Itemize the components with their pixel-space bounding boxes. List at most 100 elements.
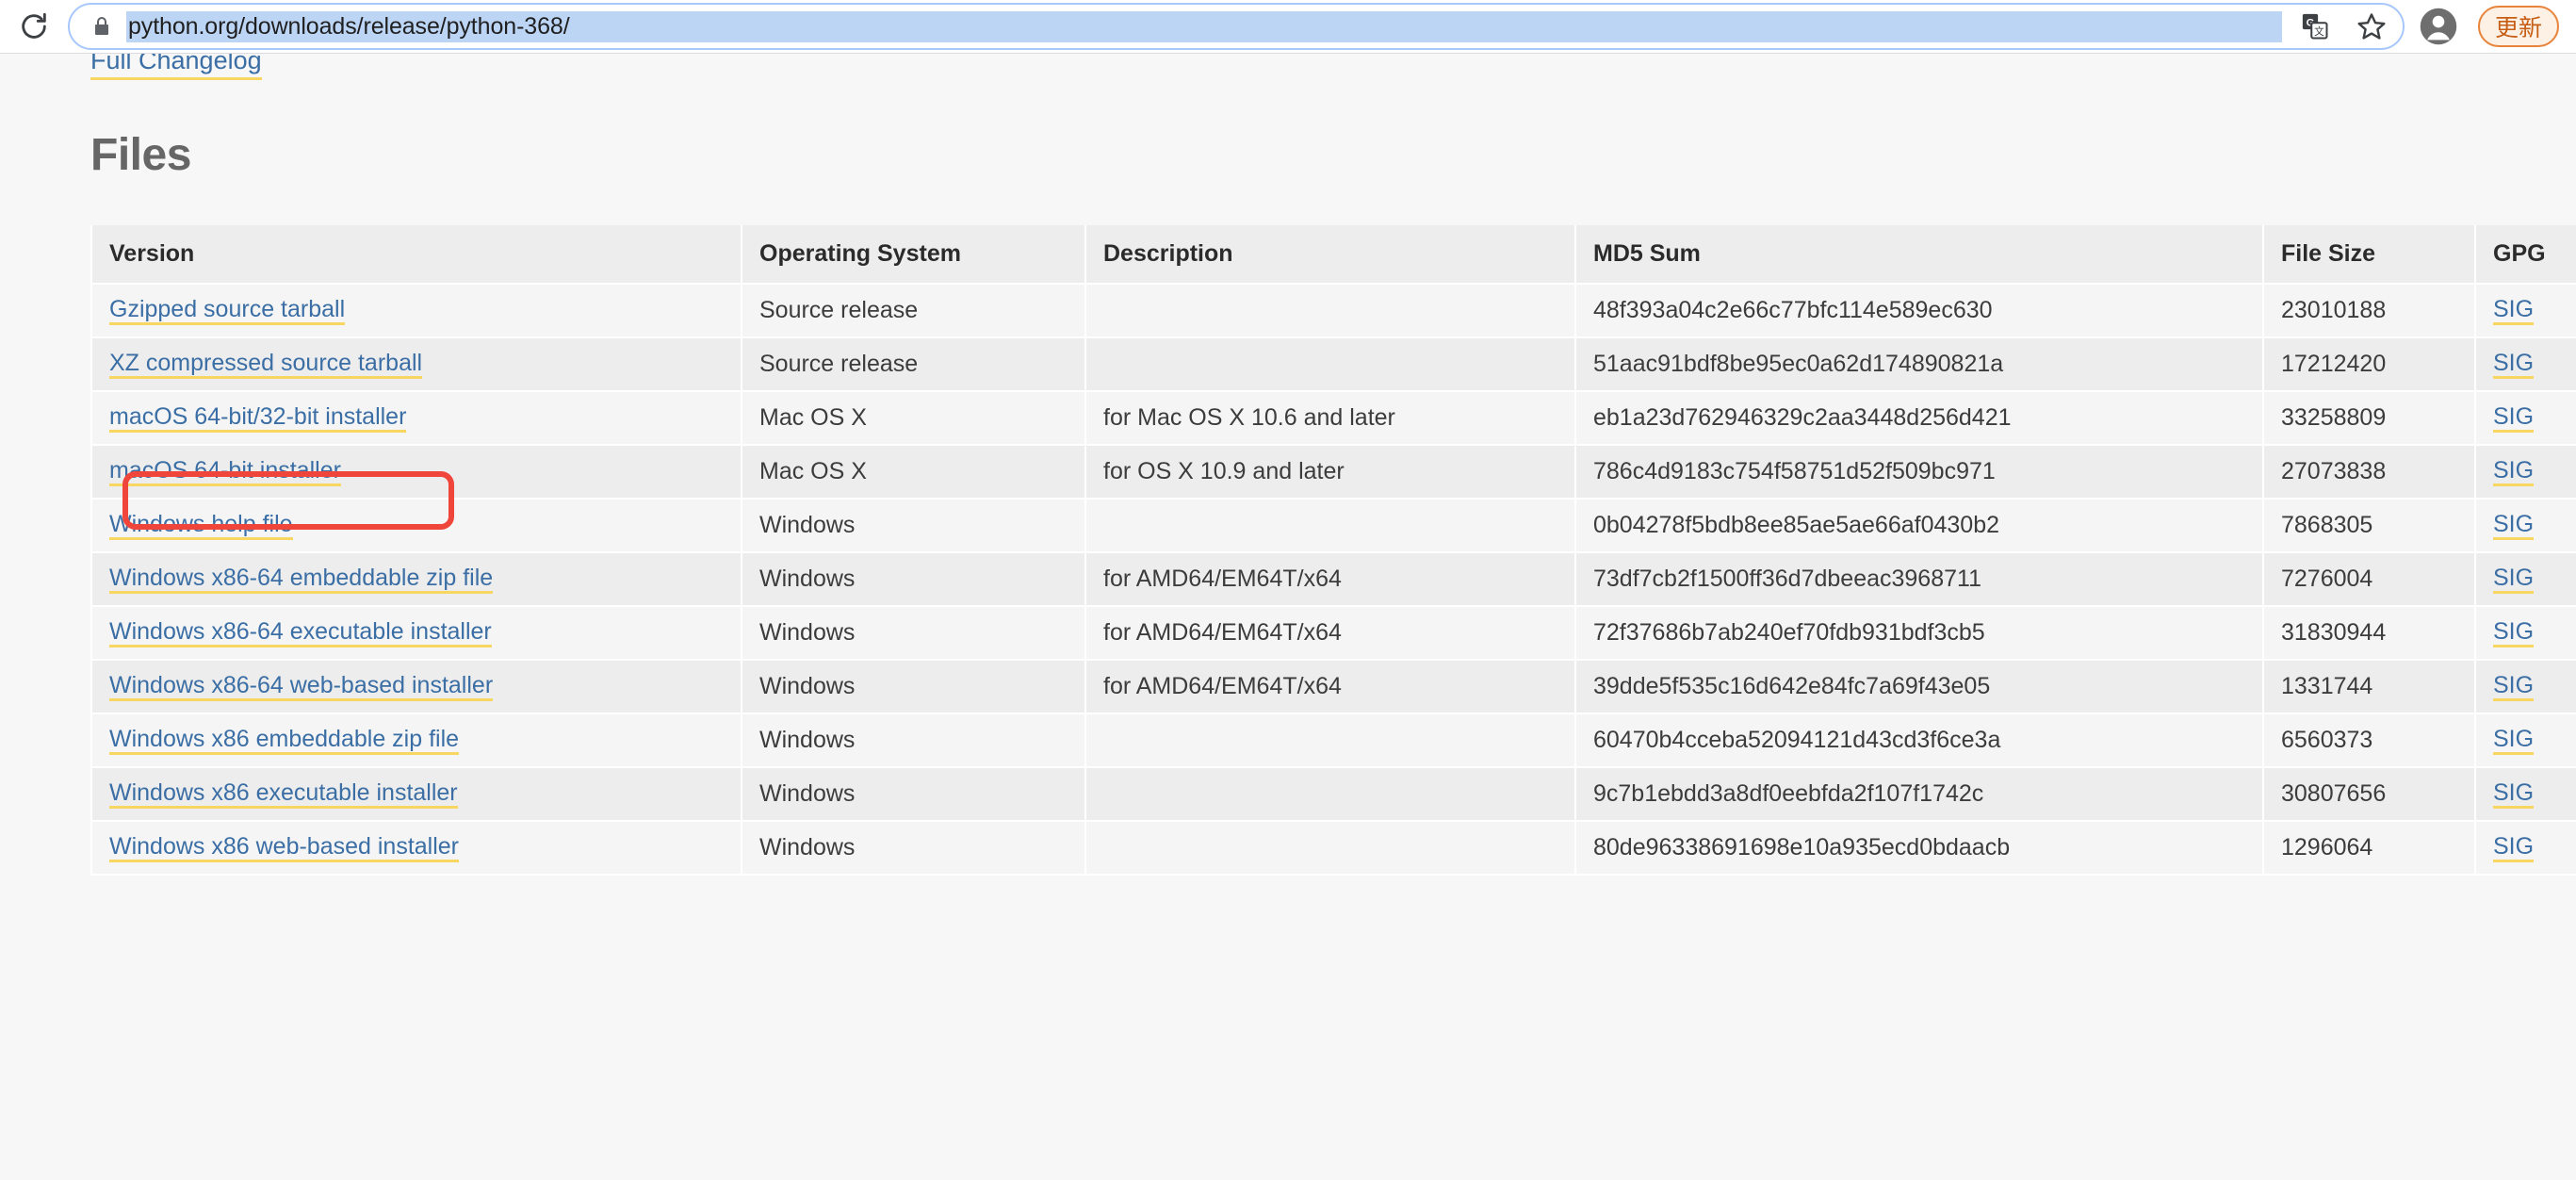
update-button[interactable]: 更新 — [2477, 6, 2559, 47]
cell-md5-sum: 786c4d9183c754f58751d52f509bc971 — [1574, 445, 2263, 500]
cell-operating-system: Mac OS X — [741, 445, 1085, 500]
cell-version: Gzipped source tarball — [90, 284, 742, 338]
cell-version: macOS 64-bit installer — [90, 445, 742, 500]
version-download-link[interactable]: Windows x86-64 embeddable zip file — [109, 565, 494, 595]
table-body: Gzipped source tarball Source release 48f3… — [90, 284, 2576, 876]
version-download-link[interactable]: Windows x86-64 executable installer — [109, 619, 492, 648]
page-content: Full Changelog Files Version Operating S… — [0, 54, 2576, 1180]
cell-version: Windows x86 web-based installer — [90, 821, 742, 876]
gpg-sig-link[interactable]: SIG — [2493, 834, 2535, 863]
cell-operating-system: Windows — [741, 713, 1085, 768]
gpg-sig-link[interactable]: SIG — [2493, 780, 2535, 810]
cell-md5-sum: 48f393a04c2e66c77bfc114e589ec630 — [1574, 284, 2263, 338]
gpg-sig-link[interactable]: SIG — [2493, 565, 2535, 595]
cell-version: Windows x86 executable installer — [90, 767, 742, 822]
cell-file-size: 1331744 — [2262, 660, 2475, 714]
version-download-link[interactable]: macOS 64-bit/32-bit installer — [109, 404, 407, 434]
cell-md5-sum: 0b04278f5bdb8ee85ae5ae66af0430b2 — [1574, 499, 2263, 553]
gpg-sig-link[interactable]: SIG — [2493, 673, 2535, 702]
cell-description: for AMD64/EM64T/x64 — [1084, 606, 1575, 661]
cell-gpg: SIG — [2474, 284, 2576, 338]
version-download-link[interactable]: Windows x86 embeddable zip file — [109, 727, 460, 756]
column-header-desc: Description — [1084, 225, 1575, 285]
column-header-gpg: GPG — [2474, 225, 2576, 285]
table-row: Windows x86 executable installer Windows 9… — [90, 767, 2576, 822]
column-header-os: Operating System — [741, 225, 1085, 285]
cell-md5-sum: 73df7cb2f1500ff36d7dbeeac3968711 — [1574, 552, 2263, 607]
address-bar[interactable]: python.org/downloads/release/python-368/… — [68, 3, 2405, 50]
gpg-sig-link[interactable]: SIG — [2493, 458, 2535, 487]
cell-file-size: 17212420 — [2262, 337, 2475, 392]
cell-description — [1084, 337, 1575, 392]
cell-gpg: SIG — [2474, 660, 2576, 714]
gpg-sig-link[interactable]: SIG — [2493, 351, 2535, 380]
cell-description — [1084, 499, 1575, 553]
chrome-right-actions: 更新 — [2418, 6, 2559, 47]
table-header-row: Version Operating System Description MD5… — [90, 225, 2576, 285]
cell-gpg: SIG — [2474, 445, 2576, 500]
profile-avatar-icon[interactable] — [2418, 6, 2459, 47]
full-changelog-link[interactable]: Full Changelog — [90, 54, 262, 80]
cell-operating-system: Source release — [741, 284, 1085, 338]
gpg-sig-link[interactable]: SIG — [2493, 727, 2535, 756]
cell-description — [1084, 713, 1575, 768]
gpg-sig-link[interactable]: SIG — [2493, 404, 2535, 434]
bookmark-star-icon[interactable] — [2356, 10, 2388, 42]
cell-md5-sum: eb1a23d762946329c2aa3448d256d421 — [1574, 391, 2263, 446]
cell-md5-sum: 51aac91bdf8be95ec0a62d174890821a — [1574, 337, 2263, 392]
table-header: Version Operating System Description MD5… — [90, 225, 2576, 285]
table-row: Windows x86-64 embeddable zip file Window… — [90, 552, 2576, 607]
reload-icon[interactable] — [13, 6, 55, 47]
cell-file-size: 31830944 — [2262, 606, 2475, 661]
cell-operating-system: Source release — [741, 337, 1085, 392]
cell-md5-sum: 9c7b1ebdd3a8df0eebfda2f107f1742c — [1574, 767, 2263, 822]
cell-version: Windows x86-64 web-based installer — [90, 660, 742, 714]
url-text[interactable]: python.org/downloads/release/python-368/ — [126, 10, 2282, 42]
cell-file-size: 7868305 — [2262, 499, 2475, 553]
table-row: XZ compressed source tarball Source relea… — [90, 337, 2576, 392]
table-row: Windows x86 embeddable zip file Windows 60… — [90, 713, 2576, 768]
cell-description — [1084, 284, 1575, 338]
lock-icon — [90, 14, 113, 39]
version-download-link[interactable]: Windows x86 web-based installer — [109, 834, 460, 863]
version-download-link[interactable]: XZ compressed source tarball — [109, 351, 423, 380]
table-row: macOS 64-bit installer Mac OS Xfor OS X 1… — [90, 445, 2576, 500]
cell-gpg: SIG — [2474, 499, 2576, 553]
cell-file-size: 6560373 — [2262, 713, 2475, 768]
table-row: Gzipped source tarball Source release 48f3… — [90, 284, 2576, 338]
cell-description: for AMD64/EM64T/x64 — [1084, 660, 1575, 714]
gpg-sig-link[interactable]: SIG — [2493, 512, 2535, 541]
cell-gpg: SIG — [2474, 713, 2576, 768]
version-download-link[interactable]: Windows x86-64 web-based installer — [109, 673, 494, 702]
cell-description: for Mac OS X 10.6 and later — [1084, 391, 1575, 446]
cell-gpg: SIG — [2474, 552, 2576, 607]
cell-operating-system: Windows — [741, 606, 1085, 661]
table-row: Windows help file Windows 0b04278f5bdb8ee8… — [90, 499, 2576, 553]
cell-operating-system: Windows — [741, 660, 1085, 714]
column-header-version: Version — [90, 225, 742, 285]
files-table: Version Operating System Description MD5… — [90, 225, 2576, 876]
gpg-sig-link[interactable]: SIG — [2493, 619, 2535, 648]
cell-description — [1084, 821, 1575, 876]
cell-operating-system: Windows — [741, 499, 1085, 553]
cell-version: XZ compressed source tarball — [90, 337, 742, 392]
column-header-md5: MD5 Sum — [1574, 225, 2263, 285]
version-download-link[interactable]: Windows help file — [109, 512, 293, 541]
version-download-link[interactable]: Gzipped source tarball — [109, 297, 346, 326]
version-download-link[interactable]: Windows x86 executable installer — [109, 780, 458, 810]
cell-operating-system: Mac OS X — [741, 391, 1085, 446]
cell-version: macOS 64-bit/32-bit installer — [90, 391, 742, 446]
svg-text:文: 文 — [2314, 25, 2324, 38]
version-download-link[interactable]: macOS 64-bit installer — [109, 458, 341, 487]
table-row: macOS 64-bit/32-bit installer Mac OS Xfor… — [90, 391, 2576, 446]
column-header-filesize: File Size — [2262, 225, 2475, 285]
cell-version: Windows x86-64 executable installer — [90, 606, 742, 661]
cell-gpg: SIG — [2474, 391, 2576, 446]
gpg-sig-link[interactable]: SIG — [2493, 297, 2535, 326]
cell-version: Windows x86-64 embeddable zip file — [90, 552, 742, 607]
cell-description: for AMD64/EM64T/x64 — [1084, 552, 1575, 607]
translate-icon[interactable]: G 文 — [2299, 10, 2331, 42]
cell-md5-sum: 72f37686b7ab240ef70fdb931bdf3cb5 — [1574, 606, 2263, 661]
cell-file-size: 7276004 — [2262, 552, 2475, 607]
cell-gpg: SIG — [2474, 337, 2576, 392]
